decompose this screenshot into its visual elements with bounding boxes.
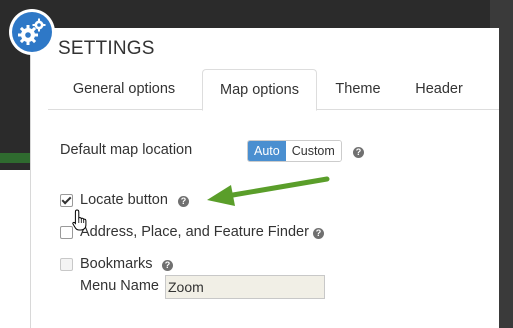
menu-name-input[interactable]	[165, 275, 325, 299]
background-map-strip	[0, 153, 30, 163]
settings-tabs: General options Map options Theme Header	[48, 69, 499, 111]
bookmarks-checkbox[interactable]	[60, 258, 73, 271]
tab-header[interactable]: Header	[398, 69, 480, 109]
annotation-arrow-icon	[207, 176, 330, 206]
gears-icon	[12, 12, 52, 52]
tab-theme[interactable]: Theme	[318, 69, 398, 109]
locate-button-label: Locate button	[80, 192, 168, 208]
finder-label: Address, Place, and Feature Finder	[80, 224, 309, 240]
settings-badge[interactable]	[9, 9, 55, 55]
auto-option-button[interactable]: Auto	[248, 141, 286, 161]
menu-name-label: Menu Name	[80, 278, 159, 294]
finder-help-icon[interactable]: ?	[313, 228, 324, 239]
locate-button-checkbox[interactable]	[60, 194, 73, 207]
bookmarks-help-icon[interactable]: ?	[162, 260, 173, 271]
default-map-location-label: Default map location	[60, 142, 193, 158]
locate-button-help-icon[interactable]: ?	[178, 196, 189, 207]
custom-option-button[interactable]: Custom	[285, 141, 341, 161]
tab-general-options[interactable]: General options	[48, 69, 200, 109]
map-location-help-icon[interactable]: ?	[353, 147, 364, 158]
hand-cursor-icon	[72, 209, 87, 231]
background-left-panel	[0, 170, 30, 328]
bookmarks-label: Bookmarks	[80, 256, 153, 272]
map-location-toggle: Auto Custom	[247, 140, 342, 162]
tab-map-options[interactable]: Map options	[202, 69, 317, 111]
dialog-title: SETTINGS	[58, 38, 155, 59]
